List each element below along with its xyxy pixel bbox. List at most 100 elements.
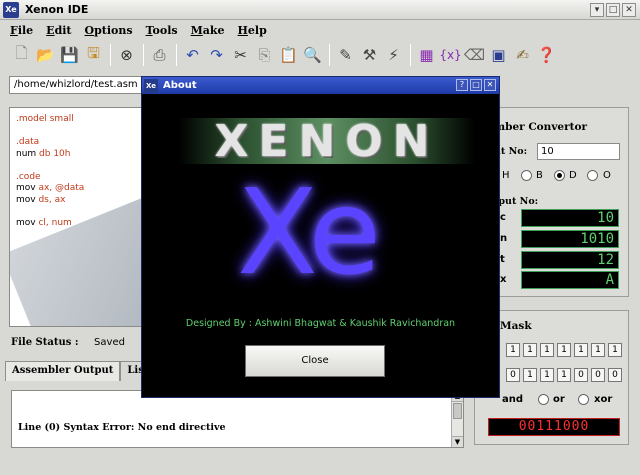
mask-bit-b[interactable]: 1 bbox=[540, 368, 554, 382]
notes-icon[interactable]: ✍ bbox=[511, 44, 534, 67]
new-file-icon[interactable]: 🗋 bbox=[10, 44, 33, 67]
tab-assembler-output[interactable]: Assembler Output bbox=[5, 361, 121, 381]
build-icon[interactable]: ⚒ bbox=[358, 44, 381, 67]
mask-bit-a[interactable]: 1 bbox=[523, 343, 537, 357]
help-icon[interactable]: ❓ bbox=[535, 44, 558, 67]
code-line: .data bbox=[16, 137, 40, 147]
code-line: num db 10h bbox=[16, 148, 71, 159]
menu-tools[interactable]: Tools bbox=[142, 24, 187, 37]
save-icon[interactable]: 💾 bbox=[58, 44, 81, 67]
output-dec-display: 10 bbox=[521, 209, 619, 227]
mask-bit-b[interactable]: 1 bbox=[557, 368, 571, 382]
output-oct-label: t bbox=[500, 254, 505, 265]
mask-bit-b[interactable]: 0 bbox=[591, 368, 605, 382]
menu-edit[interactable]: Edit bbox=[42, 24, 80, 37]
print-icon[interactable]: ⎙ bbox=[148, 44, 171, 67]
mask-bit-a[interactable]: 1 bbox=[591, 343, 605, 357]
grid-icon[interactable]: ▦ bbox=[415, 44, 438, 67]
cut-icon[interactable]: ✂ bbox=[229, 44, 252, 67]
mask-op-and-label: and bbox=[502, 394, 524, 405]
open-folder-icon[interactable]: 📂 bbox=[34, 44, 57, 67]
eraser-icon[interactable]: ⌫ bbox=[463, 44, 486, 67]
radio-binary[interactable] bbox=[521, 170, 532, 181]
code-line: mov ds, ax bbox=[16, 194, 66, 205]
about-help-button[interactable]: ? bbox=[456, 79, 468, 91]
output-oct-display: 12 bbox=[521, 251, 619, 269]
output-dec-label: c bbox=[500, 212, 506, 223]
link-icon[interactable]: ⚡ bbox=[382, 44, 405, 67]
mask-bit-b[interactable]: 1 bbox=[523, 368, 537, 382]
redo-icon[interactable]: ↷ bbox=[205, 44, 228, 67]
minimize-button[interactable]: ▾ bbox=[590, 3, 604, 17]
close-window-button[interactable]: ✕ bbox=[622, 3, 636, 17]
menu-bar: File Edit Options Tools Make Help bbox=[0, 20, 640, 40]
code-line: mov ax, @data bbox=[16, 183, 85, 193]
radio-decimal-label: D bbox=[569, 170, 577, 181]
radio-hex-label: H bbox=[502, 170, 510, 181]
input-number-field[interactable]: 10 bbox=[537, 143, 620, 160]
file-status-value: Saved bbox=[94, 337, 125, 348]
output-scrollbar[interactable]: ▲ ▼ bbox=[451, 391, 463, 447]
function-icon[interactable]: {x} bbox=[439, 44, 462, 67]
menu-file[interactable]: File bbox=[6, 24, 42, 37]
menu-help[interactable]: Help bbox=[234, 24, 276, 37]
mask-bit-a[interactable]: 1 bbox=[557, 343, 571, 357]
scroll-thumb[interactable] bbox=[453, 403, 462, 419]
save-all-icon[interactable]: 🖫 bbox=[82, 44, 105, 67]
close-button[interactable]: Close bbox=[245, 345, 385, 377]
mask-bit-a[interactable]: 1 bbox=[608, 343, 622, 357]
mask-bit-b[interactable]: 0 bbox=[506, 368, 520, 382]
window-title: Xenon IDE bbox=[25, 3, 89, 16]
mask-bit-b[interactable]: 0 bbox=[608, 368, 622, 382]
mask-op-or-label: or bbox=[553, 394, 565, 405]
code-line: .code bbox=[16, 171, 41, 182]
mask-bit-a[interactable]: 1 bbox=[574, 343, 588, 357]
mask-op-xor-radio[interactable] bbox=[578, 394, 589, 405]
menu-options[interactable]: Options bbox=[81, 24, 142, 37]
code-editor[interactable]: .model small .data num db 10h .code mov … bbox=[9, 107, 143, 327]
assemble-icon[interactable]: ✎ bbox=[334, 44, 357, 67]
menu-make[interactable]: Make bbox=[187, 24, 234, 37]
mask-result-display: 00111000 bbox=[488, 418, 620, 436]
radio-decimal[interactable] bbox=[554, 170, 565, 181]
mask-title: Mask bbox=[500, 320, 532, 332]
about-maximize-button[interactable]: □ bbox=[470, 79, 482, 91]
calculator-icon[interactable]: ▣ bbox=[487, 44, 510, 67]
about-title-bar: Xe About ? □ ✕ bbox=[142, 77, 499, 94]
undo-icon[interactable]: ↶ bbox=[181, 44, 204, 67]
copy-icon[interactable]: ⎘ bbox=[253, 44, 276, 67]
maximize-button[interactable]: □ bbox=[606, 3, 620, 17]
radio-binary-label: B bbox=[536, 170, 543, 181]
xe-big-logo: Xe bbox=[237, 163, 381, 301]
file-status-label: File Status : bbox=[11, 337, 79, 348]
mask-bit-a[interactable]: 1 bbox=[540, 343, 554, 357]
mask-op-or-radio[interactable] bbox=[538, 394, 549, 405]
find-icon[interactable]: 🔍 bbox=[301, 44, 324, 67]
output-number-label: tput No: bbox=[494, 196, 539, 207]
designed-by-text: Designed By : Ashwini Bhagwat & Kaushik … bbox=[185, 318, 456, 329]
mask-bit-a[interactable]: 1 bbox=[506, 343, 520, 357]
file-status: File Status : Saved bbox=[11, 337, 125, 348]
output-bin-label: n bbox=[500, 233, 508, 244]
scroll-down-icon[interactable]: ▼ bbox=[452, 436, 463, 447]
file-path-field[interactable]: /home/whizlord/test.asm bbox=[9, 76, 143, 94]
code-lines: .model small .data num db 10h .code mov … bbox=[16, 114, 84, 229]
about-dialog: Xe About ? □ ✕ XENON Xe Designed By : As… bbox=[141, 76, 500, 398]
xenon-logo-text: XENON bbox=[214, 115, 440, 167]
output-hex-display: A bbox=[521, 271, 619, 289]
about-close-icon[interactable]: ✕ bbox=[484, 79, 496, 91]
convertor-title: mber Convertor bbox=[494, 121, 588, 133]
radio-octal[interactable] bbox=[587, 170, 598, 181]
stop-icon[interactable]: ⊗ bbox=[115, 44, 138, 67]
output-panel[interactable]: Line (0) Syntax Error: No end directive … bbox=[11, 390, 464, 448]
about-title: About bbox=[163, 80, 197, 91]
output-hex-label: x bbox=[500, 274, 507, 285]
radio-octal-label: O bbox=[603, 170, 611, 181]
output-message: Line (0) Syntax Error: No end directive bbox=[18, 422, 226, 433]
output-bin-display: 1010 bbox=[521, 230, 619, 248]
paste-icon[interactable]: 📋 bbox=[277, 44, 300, 67]
mask-bit-b[interactable]: 0 bbox=[574, 368, 588, 382]
